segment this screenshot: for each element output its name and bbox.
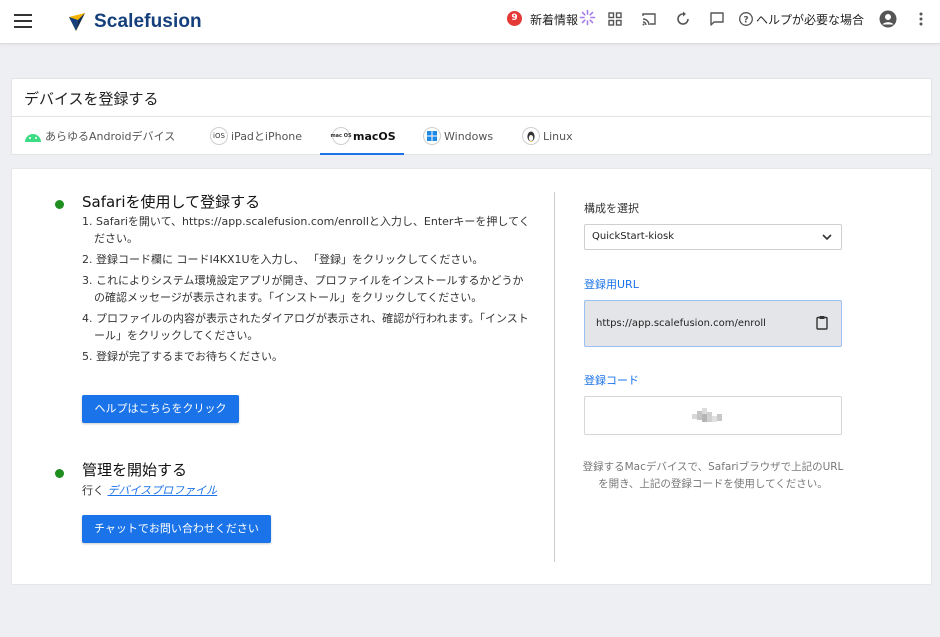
help-link[interactable]: ヘルプが必要な場合: [756, 11, 864, 28]
enroll-url-value: https://app.scalefusion.com/enroll: [596, 318, 766, 329]
macos-enrollment-card: Safariを使用して登録する 1. Safariを開いて、https://ap…: [11, 168, 932, 585]
go-to-device-profile-line: 行く デバイスプロファイル: [82, 482, 217, 498]
enroll-url-label: 登録用URL: [584, 278, 639, 291]
more-vertical-icon[interactable]: [914, 11, 928, 27]
top-bar: Scalefusion 9 新着情報 ? ヘルプが必要な場合: [0, 0, 940, 44]
configuration-select[interactable]: QuickStart-kiosk: [584, 224, 842, 250]
status-dot: [55, 469, 64, 478]
scalefusion-logo-icon: [69, 13, 85, 31]
status-dot: [55, 200, 64, 209]
chat-feedback-icon[interactable]: [709, 11, 725, 27]
go-prefix: 行く: [82, 484, 104, 497]
active-tab-indicator: [320, 153, 404, 155]
list-item: 5. 登録が完了するまでお待ちください。: [82, 350, 283, 363]
apps-grid-icon[interactable]: [607, 11, 623, 27]
cast-icon[interactable]: [641, 11, 657, 27]
tab-label: Linux: [543, 129, 573, 143]
chevron-down-icon: [822, 234, 832, 241]
enroll-code-field: [584, 396, 842, 435]
tab-windows[interactable]: Windows: [423, 125, 493, 147]
page-title: デバイスを登録する: [24, 90, 159, 108]
tab-android[interactable]: あらゆるAndroidデバイス: [24, 125, 175, 147]
notification-count-badge[interactable]: 9: [507, 11, 522, 26]
sync-icon[interactable]: [675, 11, 691, 27]
tab-ipad-iphone[interactable]: iOS iPadとiPhone: [210, 125, 302, 147]
device-profile-link[interactable]: デバイスプロファイル: [108, 484, 218, 497]
clipboard-copy-icon[interactable]: [816, 315, 828, 330]
tab-linux[interactable]: Linux: [522, 125, 573, 147]
windows-icon: [423, 127, 441, 145]
list-item: 1. Safariを開いて、https://app.scalefusion.co…: [82, 215, 530, 245]
sparkle-icon[interactable]: [579, 9, 596, 26]
config-label: 構成を選択: [584, 202, 639, 215]
tab-label: macOS: [353, 129, 396, 143]
list-item: 4. プロファイルの内容が表示されたダイアログが表示され、確認が行われます。「イ…: [82, 312, 529, 342]
account-avatar-icon[interactable]: [879, 10, 897, 28]
android-icon: [24, 127, 42, 145]
help-circle-icon[interactable]: ?: [738, 11, 754, 27]
linux-icon: [522, 127, 540, 145]
tab-label: iPadとiPhone: [231, 130, 303, 143]
safari-section-title: Safariを使用して登録する: [82, 193, 261, 211]
tab-label: あらゆるAndroidデバイス: [45, 130, 176, 143]
list-item: 3. これによりシステム環境設定アプリが開き、プロファイルをインストールするかど…: [82, 274, 524, 304]
manage-section-title: 管理を開始する: [82, 461, 188, 479]
brand-logo[interactable]: Scalefusion: [66, 10, 202, 34]
brand-name: Scalefusion: [94, 11, 202, 32]
masked-code-pixelation: [692, 408, 722, 422]
selected-config: QuickStart-kiosk: [592, 231, 675, 242]
tab-label: Windows: [444, 129, 494, 143]
whats-new-link[interactable]: 新着情報: [530, 11, 578, 28]
list-item: 2. 登録コード欄に コードI4KX1Uを入力し、 「登録」をクリックしてくださ…: [82, 253, 484, 266]
macos-icon: mac OS: [330, 127, 352, 145]
help-button[interactable]: ヘルプはこちらをクリック: [82, 395, 239, 423]
column-divider: [554, 192, 555, 562]
tab-macos[interactable]: mac OS macOS: [330, 125, 396, 147]
enroll-url-field: https://app.scalefusion.com/enroll: [584, 300, 842, 347]
enroll-device-header-card: デバイスを登録する あらゆるAndroidデバイス iOS iPadとiPhon…: [11, 78, 932, 155]
enrollment-hint-text: 登録するMacデバイスで、Safariブラウザで上記のURLを開き、上記の登録コ…: [582, 461, 844, 490]
enroll-code-label: 登録コード: [584, 374, 639, 387]
chat-support-button[interactable]: チャットでお問い合わせください: [82, 515, 271, 543]
header-divider: [12, 116, 931, 117]
svg-text:?: ?: [743, 15, 748, 25]
ios-icon: iOS: [210, 127, 228, 145]
hamburger-menu-icon[interactable]: [14, 14, 32, 28]
enrollment-steps-list: 1. Safariを開いて、https://app.scalefusion.co…: [82, 213, 532, 369]
